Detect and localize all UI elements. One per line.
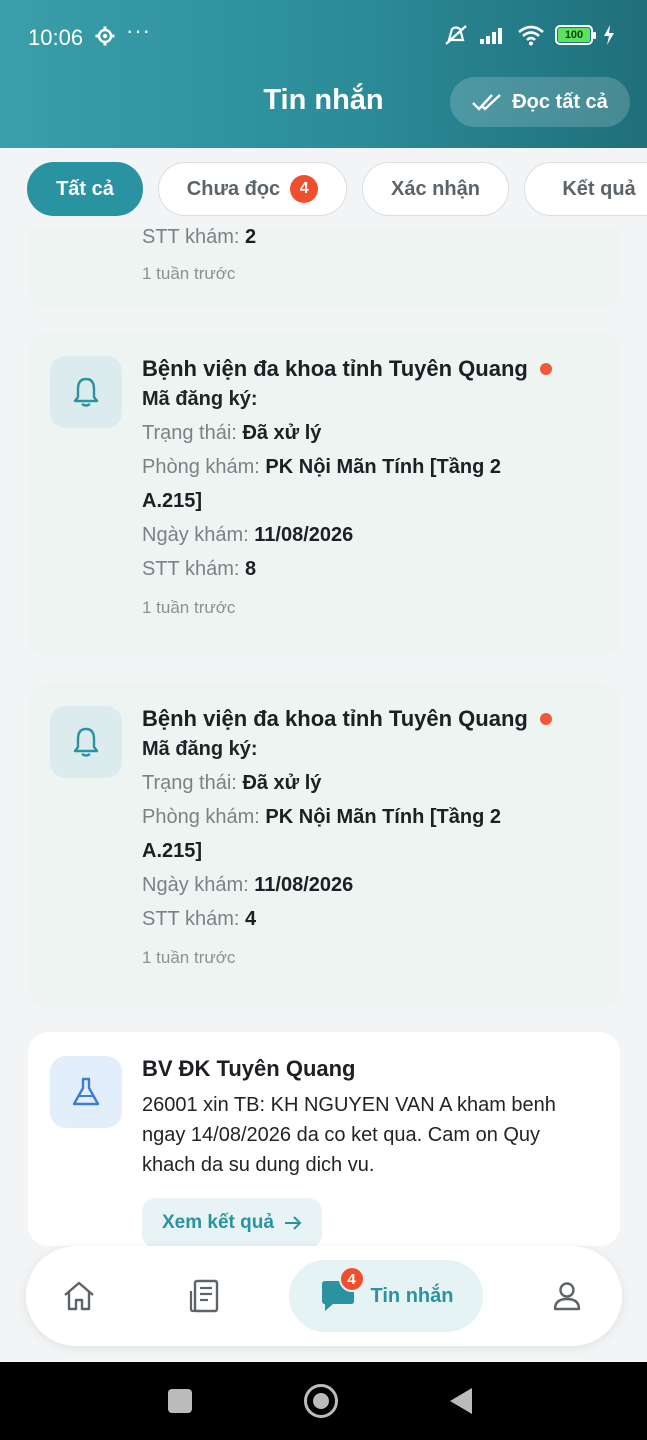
room-value-2: A.215] [142,490,203,512]
gear-icon [95,26,115,46]
card-title: Bệnh viện đa khoa tỉnh Tuyên Quang [142,356,592,382]
system-navigation-bar [0,1362,647,1440]
tab-all-label: Tất cả [56,177,114,200]
status-row: Trạng thái: Đã xử lý [142,766,592,800]
room-value-2: A.215] [142,840,203,862]
nav-messages[interactable]: 4 Tin nhắn [289,1260,483,1332]
read-all-button[interactable]: Đọc tất cả [450,77,630,127]
result-notification-card[interactable]: BV ĐK Tuyên Quang 26001 xin TB: KH NGUYE… [28,1032,620,1248]
bell-icon [73,727,99,757]
messages-badge: 4 [338,1266,365,1292]
tab-results[interactable]: Kết quả [524,162,647,216]
nav-profile[interactable] [542,1271,592,1321]
room-value: PK Nội Mãn Tính [Tầng 2 [265,456,501,478]
status-icons: 100 [443,24,615,46]
home-icon [64,1281,94,1311]
status-label: Trạng thái: [142,422,237,444]
card-title-text: Bệnh viện đa khoa tỉnh Tuyên Quang [142,356,528,381]
bell-icon-box [50,706,122,778]
receipt-icon [189,1279,219,1313]
signal-icon [480,28,502,44]
stt-value: 2 [245,226,257,248]
card-title-text: Bệnh viện đa khoa tỉnh Tuyên Quang [142,706,528,731]
time-ago: 1 tuần trước [142,948,236,967]
view-result-label: Xem kết quả [162,1212,274,1233]
status-time: 10:06 [28,25,84,50]
unread-count-badge: 4 [290,175,319,203]
battery-icon: 100 [555,25,596,45]
flask-icon [72,1077,100,1106]
unread-dot [539,363,552,375]
date-row: Ngày khám: 11/08/2026 [142,518,592,552]
stt-label: STT khám: [142,908,240,930]
nav-home[interactable] [54,1271,104,1321]
filter-tabs: Tất cả Chưa đọc 4 Xác nhận Kết quả [0,148,647,228]
back-icon[interactable] [450,1388,472,1414]
date-value: 11/08/2026 [254,524,354,546]
tab-confirm[interactable]: Xác nhận [362,162,509,216]
registration-code-label: Mã đăng ký: [142,738,258,760]
room-label: Phòng khám: [142,456,260,478]
app-header: 10:06 ··· 100 Tin nhắn Đọc tất cả [0,0,647,148]
view-result-button[interactable]: Xem kết quả [142,1198,322,1248]
registration-code-label: Mã đăng ký: [142,388,258,410]
result-message: 26001 xin TB: KH NGUYEN VAN A kham benh … [142,1094,556,1176]
arrow-right-icon [284,1216,302,1230]
room-value: PK Nội Mãn Tính [Tầng 2 [265,806,501,828]
vibrate-off-icon [445,25,467,45]
page-title-text: Tin nhắn [263,84,384,116]
charging-icon [604,25,614,45]
notification-card[interactable]: Bệnh viện đa khoa tỉnh Tuyên Quang Mã đă… [28,682,620,1007]
room-row: Phòng khám: PK Nội Mãn Tính [Tầng 2 A.215… [142,800,592,868]
tab-results-label: Kết quả [562,177,636,200]
chat-icon-wrap: 4 [319,1266,365,1314]
stt-row: STT khám: 4 [142,902,592,936]
room-row: Phòng khám: PK Nội Mãn Tính [Tầng 2 A.215… [142,450,592,518]
unread-dot [539,713,552,725]
tab-confirm-label: Xác nhận [391,177,480,200]
date-row: Ngày khám: 11/08/2026 [142,868,592,902]
tab-unread[interactable]: Chưa đọc 4 [158,162,347,216]
nav-messages-label: Tin nhắn [370,1284,454,1307]
wifi-icon [518,25,544,46]
home-system-icon[interactable] [304,1384,338,1418]
card-title: Bệnh viện đa khoa tỉnh Tuyên Quang [142,706,592,732]
status-bar: 10:06 ··· 100 [0,0,647,72]
time-ago: 1 tuần trước [142,598,236,617]
time-ago: 1 tuần trước [142,264,236,283]
stt-value: 8 [245,558,257,580]
battery-level: 100 [558,28,590,42]
stt-label: STT khám: [142,558,240,580]
notification-card[interactable]: Bệnh viện đa khoa tỉnh Tuyên Quang Mã đă… [28,332,620,657]
read-all-label: Đọc tất cả [512,90,608,113]
flask-icon-box [50,1056,122,1128]
tab-unread-label: Chưa đọc [186,177,281,200]
status-value: Đã xử lý [242,422,322,444]
status-row: Trạng thái: Đã xử lý [142,416,592,450]
user-icon [553,1282,581,1311]
double-check-icon [472,94,502,111]
more-dots-icon: ··· [126,18,151,43]
recent-apps-icon[interactable] [168,1389,192,1413]
bell-icon [73,377,99,407]
status-value: Đã xử lý [242,772,322,794]
nav-records[interactable] [180,1271,230,1321]
tab-all[interactable]: Tất cả [27,162,143,216]
status-label: Trạng thái: [142,772,237,794]
room-label: Phòng khám: [142,806,260,828]
card-title: BV ĐK Tuyên Quang [142,1056,356,1081]
date-label: Ngày khám: [142,524,249,546]
bottom-navigation: 4 Tin nhắn [26,1246,622,1346]
stt-label: STT khám: [142,226,240,248]
bell-icon-box [50,356,122,428]
stt-value: 4 [245,908,257,930]
stt-row: STT khám: 8 [142,552,592,586]
date-label: Ngày khám: [142,874,249,896]
date-value: 11/08/2026 [254,874,354,896]
